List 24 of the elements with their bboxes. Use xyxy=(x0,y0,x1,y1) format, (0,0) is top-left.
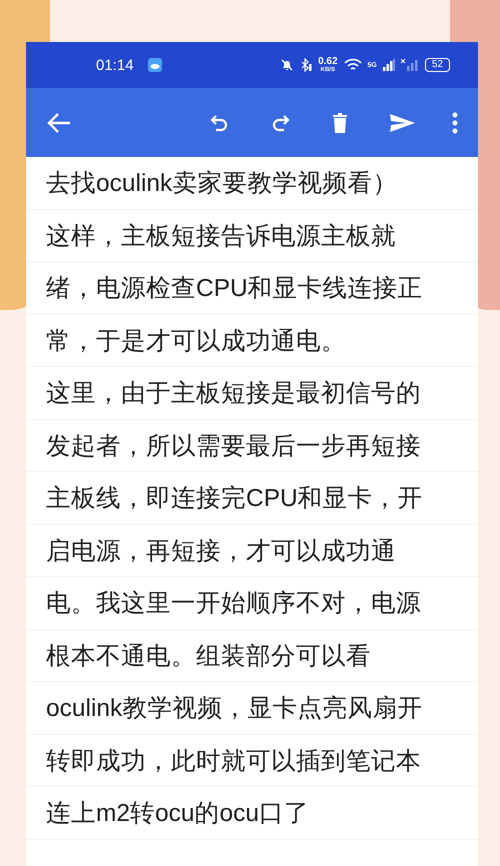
note-text-line: 去找oculink卖家要教学视频看） xyxy=(46,169,398,200)
note-text-line: oculink教学视频，显卡点亮风扇开 xyxy=(46,694,422,724)
note-text-line: 这里，由于主板短接是最初信号的 xyxy=(46,379,421,410)
note-text-line: 主板线，即连接完CPU和显卡，开 xyxy=(46,484,423,514)
note-text-line: 这样，主板短接告诉电源主板就 xyxy=(46,222,396,252)
wifi-icon xyxy=(344,58,362,72)
network-speed: 0.62 xyxy=(318,57,338,67)
mute-bell-icon xyxy=(280,58,294,72)
more-icon[interactable] xyxy=(452,110,458,134)
note-text-line: 根本不通电。组装部分可以看 xyxy=(46,642,371,672)
signal-icon xyxy=(382,59,395,71)
note-text-line: 绪，电源检查CPU和显卡线连接正 xyxy=(46,274,423,304)
battery-level: 52 xyxy=(424,58,450,72)
no-signal-icon xyxy=(400,59,419,71)
back-icon[interactable] xyxy=(46,110,72,134)
note-text-line: 常，于是才可以成功通电。 xyxy=(46,326,346,357)
note-text-line: 转即成功，此时就可以插到笔记本 xyxy=(46,746,421,777)
bluetooth-icon xyxy=(300,58,312,72)
weather-icon xyxy=(148,58,162,72)
status-time: 01:14 xyxy=(96,56,134,74)
note-text-line: 启电源，再短接，才可以成功通 xyxy=(46,536,396,567)
note-text-line: 发起者，所以需要最后一步再短接 xyxy=(46,432,421,462)
note-text-line: 连上m2转ocu的ocu口了 xyxy=(46,799,310,830)
note-text-line: 电。我这里一开始顺序不对，电源 xyxy=(46,589,421,620)
